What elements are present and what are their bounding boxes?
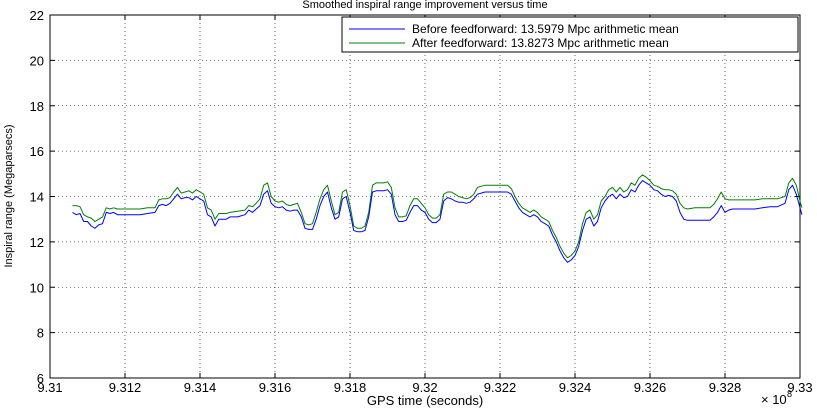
legend: Before feedforward: 13.5979 Mpc arithmet…: [341, 16, 799, 53]
x-multiplier: × 10 8: [761, 389, 792, 407]
y-axis-label: Inspiral range (Megaparsecs): [3, 124, 15, 267]
x-tick-label: 9.316: [259, 380, 292, 395]
x-tick-label: 9.312: [109, 380, 142, 395]
y-tick-label: 8: [37, 326, 44, 341]
y-tick-label: 20: [30, 53, 44, 68]
y-tick-label: 16: [30, 144, 44, 159]
y-tick-label: 12: [30, 235, 44, 250]
x-tick-label: 9.322: [484, 380, 517, 395]
x-tick-label: 9.326: [634, 380, 667, 395]
y-tick-label: 22: [30, 8, 44, 23]
inspiral-range-chart: Smoothed inspiral range improvement vers…: [3, 0, 813, 408]
legend-label-before: Before feedforward: 13.5979 Mpc arithmet…: [412, 22, 679, 36]
y-tick-label: 14: [30, 190, 44, 205]
x-multiplier-base: × 10: [761, 392, 787, 407]
x-tick-label: 9.328: [709, 380, 742, 395]
y-tick-label: 18: [30, 99, 44, 114]
x-multiplier-exponent: 8: [787, 389, 792, 399]
y-tick-label: 10: [30, 280, 44, 295]
y-tick-label: 6: [37, 371, 44, 386]
legend-label-after: After feedforward: 13.8273 Mpc arithmeti…: [412, 36, 669, 50]
x-tick-label: 9.324: [559, 380, 592, 395]
chart-title: Smoothed inspiral range improvement vers…: [302, 0, 547, 11]
x-tick-label: 9.318: [334, 380, 367, 395]
x-axis-label: GPS time (seconds): [367, 393, 483, 408]
x-tick-label: 9.314: [184, 380, 217, 395]
